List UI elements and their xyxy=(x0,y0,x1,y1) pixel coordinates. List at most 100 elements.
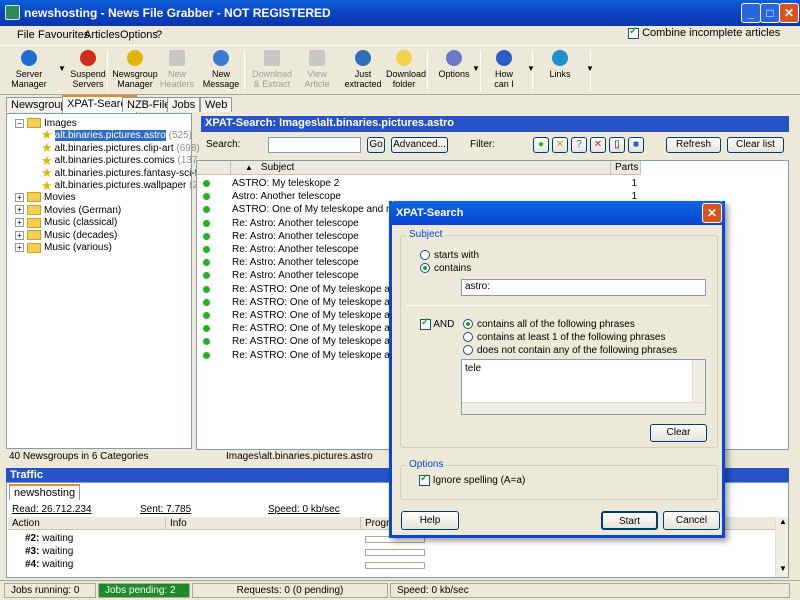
expand-icon[interactable]: + xyxy=(15,218,24,228)
menu-options[interactable]: Options xyxy=(120,29,158,41)
radio-phrase-none-circle[interactable] xyxy=(463,345,473,356)
minimize-button[interactable]: _ xyxy=(741,3,761,23)
options-dropdown-icon[interactable]: ▼ xyxy=(472,64,480,73)
filter-red-x-button[interactable]: ✕ xyxy=(590,137,606,153)
how-can-i-button[interactable]: How can I xyxy=(486,48,522,94)
subject-input[interactable]: astro: xyxy=(461,279,706,296)
job-row[interactable]: #3: waiting xyxy=(25,546,73,557)
menu-favourites[interactable]: Favourites xyxy=(38,29,89,41)
radio-contains[interactable]: contains xyxy=(420,263,471,274)
menu-help[interactable]: ? xyxy=(156,29,162,41)
close-button[interactable]: ✕ xyxy=(779,3,799,23)
ignore-spelling-checkbox[interactable]: Ignore spelling (A=a) xyxy=(419,473,525,486)
filter-label: Filter: xyxy=(470,139,495,150)
column-subject[interactable]: ▲ Subject xyxy=(231,161,611,175)
maximize-button[interactable]: □ xyxy=(760,3,780,23)
ignore-spelling-box[interactable] xyxy=(419,473,430,486)
tree-group-0[interactable]: ★ alt.binaries.pictures.astro (525) xyxy=(41,128,192,142)
radio-phrase-one[interactable]: contains at least 1 of the following phr… xyxy=(463,332,665,343)
traffic-scrollbar[interactable]: ▲ ▼ xyxy=(775,517,788,577)
tree-category-3[interactable]: + Music (decades) xyxy=(15,230,117,242)
filter-new-button[interactable]: ▯ xyxy=(609,137,625,153)
job-row[interactable]: #4: waiting xyxy=(25,559,73,570)
advanced-button[interactable]: Advanced... xyxy=(391,137,448,153)
phrases-vscroll[interactable] xyxy=(692,360,705,402)
phrases-hscroll[interactable] xyxy=(462,402,705,414)
cancel-button[interactable]: Cancel xyxy=(663,511,720,530)
menu-file[interactable]: File xyxy=(17,29,35,41)
newsgroup-manager-button[interactable]: Newsgroup Manager xyxy=(112,48,158,94)
and-checkbox[interactable]: AND xyxy=(420,317,454,330)
expand-icon[interactable]: + xyxy=(15,243,24,253)
radio-phrase-one-circle[interactable] xyxy=(463,332,473,343)
and-checkbox-box[interactable] xyxy=(420,317,431,330)
clear-button[interactable]: Clear xyxy=(650,424,707,442)
refresh-button[interactable]: Refresh xyxy=(666,137,721,153)
radio-phrase-none[interactable]: does not contain any of the following ph… xyxy=(463,345,677,356)
column-info[interactable]: Info xyxy=(166,517,361,530)
expand-icon[interactable]: + xyxy=(15,230,24,240)
filter-green-button[interactable]: ● xyxy=(533,137,549,153)
server-manager-dropdown-icon[interactable]: ▼ xyxy=(58,64,66,73)
category-name: Music (various) xyxy=(44,242,112,254)
download-folder-button[interactable]: Download folder xyxy=(386,48,426,94)
start-button[interactable]: Start xyxy=(601,511,658,530)
search-input[interactable] xyxy=(268,137,361,153)
read-counter[interactable]: Read: 26.712.234 xyxy=(12,504,92,515)
tab-jobs[interactable]: Jobs xyxy=(167,97,201,112)
folder-icon xyxy=(396,50,412,66)
suspend-servers-button[interactable]: Suspend Servers xyxy=(68,48,108,94)
radio-starts-with-circle[interactable] xyxy=(420,250,430,261)
scroll-up-icon[interactable]: ▲ xyxy=(779,517,787,526)
newsgroup-tree[interactable]: − Images ★ alt.binaries.pictures.astro (52… xyxy=(6,113,212,449)
tree-category-4[interactable]: + Music (various) xyxy=(15,242,112,254)
radio-contains-circle[interactable] xyxy=(420,263,430,274)
tab-newshosting[interactable]: newshosting xyxy=(9,484,81,500)
links-dropdown-icon[interactable]: ▼ xyxy=(586,64,594,73)
combine-incomplete-checkbox[interactable]: Combine incomplete articles xyxy=(628,26,798,41)
options-button[interactable]: Options xyxy=(433,48,475,94)
download-extract-button[interactable]: Download & Extract xyxy=(248,48,296,94)
collapse-icon[interactable]: − xyxy=(15,118,24,128)
group-name: alt.binaries.pictures.fantasy-sci-fi xyxy=(54,167,200,179)
go-button[interactable]: Go xyxy=(367,137,385,153)
dialog-close-button[interactable]: ✕ xyxy=(702,203,722,223)
tree-group-2[interactable]: ★ alt.binaries.pictures.comics (137... xyxy=(41,154,206,167)
radio-phrase-all[interactable]: contains all of the following phrases xyxy=(463,319,635,330)
tree-category-1[interactable]: + Movies (German) xyxy=(15,205,121,217)
speed-counter[interactable]: Speed: 0 kb/sec xyxy=(268,504,340,515)
scroll-down-icon[interactable]: ▼ xyxy=(779,564,787,573)
tree-group-1[interactable]: ★ alt.binaries.pictures.clip-art (698) xyxy=(41,141,200,155)
tree-group-4[interactable]: ★alt.binaries.pictures.wallpaper (25... xyxy=(41,179,212,192)
tree-category-0[interactable]: + Movies xyxy=(15,192,76,204)
table-row[interactable]: ASTRO: My teleskope 2 1 xyxy=(197,177,788,190)
new-message-button[interactable]: New Message xyxy=(202,48,240,94)
filter-unknown-button[interactable]: ? xyxy=(571,137,587,153)
links-button[interactable]: Links xyxy=(540,48,580,94)
radio-starts-with[interactable]: starts with xyxy=(420,250,479,261)
help-button[interactable]: Help xyxy=(401,511,459,530)
row-subject: Astro: Another telescope xyxy=(232,191,341,203)
radio-phrase-all-circle[interactable] xyxy=(463,319,473,330)
tree-category-2[interactable]: + Music (classical) xyxy=(15,217,117,229)
combine-checkbox-box[interactable] xyxy=(628,26,639,39)
tab-web[interactable]: Web xyxy=(200,97,233,112)
filter-save-button[interactable]: ■ xyxy=(628,137,644,153)
expand-icon[interactable]: + xyxy=(15,205,24,215)
sent-counter[interactable]: Sent: 7.785 xyxy=(140,504,191,515)
expand-icon[interactable]: + xyxy=(15,192,24,202)
column-status[interactable] xyxy=(197,161,231,175)
new-headers-button[interactable]: New Headers xyxy=(160,48,194,94)
tree-group-3[interactable]: ★ alt.binaries.pictures.fantasy-sci-fi xyxy=(41,166,200,180)
clear-list-button[interactable]: Clear list xyxy=(727,137,784,153)
column-parts[interactable]: Parts xyxy=(611,161,641,175)
view-article-button[interactable]: View Article xyxy=(300,48,334,94)
menu-articles[interactable]: Articles xyxy=(84,29,120,41)
server-manager-button[interactable]: Server Manager xyxy=(6,48,52,94)
job-row[interactable]: #2: waiting xyxy=(25,533,73,544)
how-can-i-dropdown-icon[interactable]: ▼ xyxy=(527,64,535,73)
filter-x-button[interactable]: ✕ xyxy=(552,137,568,153)
phrases-textarea[interactable]: tele xyxy=(461,359,706,415)
column-action[interactable]: Action xyxy=(8,517,166,530)
just-extracted-button[interactable]: Just extracted xyxy=(344,48,382,94)
